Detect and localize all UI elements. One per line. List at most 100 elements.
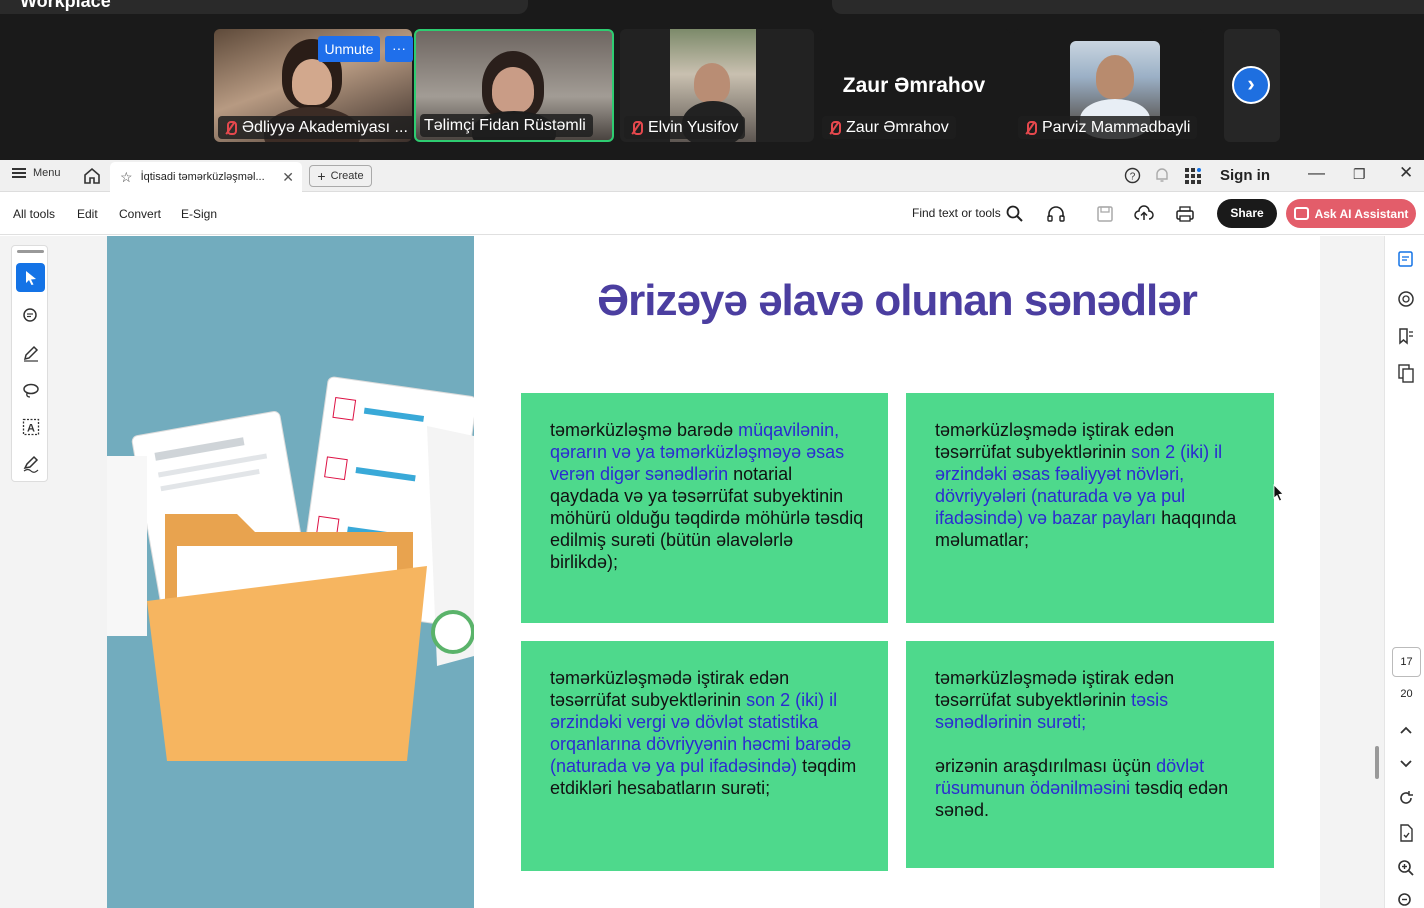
cursor-arrow-icon xyxy=(25,270,36,285)
select-tool-button[interactable] xyxy=(16,263,45,292)
close-window-button[interactable]: ✕ xyxy=(1399,163,1413,183)
participant-name: Təlimçi Fidan Rüstəmli xyxy=(424,117,586,134)
current-page-input[interactable]: 17 xyxy=(1392,647,1421,677)
restore-window-button[interactable]: ❐ xyxy=(1353,166,1366,183)
highlight-tool-button[interactable] xyxy=(16,338,45,367)
lasso-icon xyxy=(22,383,39,398)
bookmark-icon[interactable] xyxy=(1396,326,1416,346)
participant-tile-active-speaker[interactable]: Təlimçi Fidan Rüstəmli xyxy=(414,29,614,142)
more-options-button[interactable]: ··· xyxy=(385,36,413,62)
help-icon[interactable]: ? xyxy=(1124,167,1141,184)
close-tab-icon[interactable]: ✕ xyxy=(282,169,294,186)
chevron-up-icon[interactable] xyxy=(1396,721,1416,741)
comment-tool-button[interactable] xyxy=(16,301,45,330)
page-fit-icon[interactable] xyxy=(1396,823,1416,843)
participant-tile[interactable]: Elvin Yusifov xyxy=(620,29,814,142)
vertical-scrollbar-thumb[interactable] xyxy=(1375,746,1379,779)
all-tools-menu[interactable]: All tools xyxy=(13,207,55,221)
pages-thumbnails-icon[interactable] xyxy=(1396,363,1416,383)
home-icon[interactable] xyxy=(82,166,102,186)
participant-display-name: Zaur Əmrahov xyxy=(842,74,986,97)
right-side-panel xyxy=(1384,236,1424,908)
meeting-header-bar-right xyxy=(832,0,1424,14)
sign-in-button[interactable]: Sign in xyxy=(1220,167,1270,184)
requirement-card: təmərküzləşmə barədə müqavilənin, qərarı… xyxy=(521,393,888,623)
body-text: ərizənin araşdırılması üçün xyxy=(935,756,1152,776)
participant-name-tag: Təlimçi Fidan Rüstəmli xyxy=(420,114,593,137)
search-icon[interactable] xyxy=(1005,204,1025,224)
mic-muted-icon xyxy=(826,120,842,136)
zoom-out-icon[interactable] xyxy=(1396,891,1416,908)
mouse-cursor-icon xyxy=(1273,484,1284,502)
esign-menu[interactable]: E-Sign xyxy=(181,207,217,221)
draw-tool-button[interactable] xyxy=(16,375,45,404)
requirement-card: təmərküzləşmədə iştirak edən təsərrüfat … xyxy=(906,393,1274,623)
participant-name: Elvin Yusifov xyxy=(648,119,739,136)
read-aloud-headphones-icon[interactable] xyxy=(1046,204,1066,224)
participant-face xyxy=(694,63,730,103)
signature-pen-icon xyxy=(23,455,38,473)
mic-muted-icon xyxy=(628,120,644,136)
tool-bar: All tools Edit Convert E-Sign Find text … xyxy=(0,193,1424,235)
print-icon[interactable] xyxy=(1175,204,1195,224)
participant-tile[interactable]: Parviz Mammadbayli xyxy=(1014,29,1204,142)
participant-tile[interactable]: Ədliyyə Akademiyası ... xyxy=(214,29,412,142)
star-icon[interactable]: ☆ xyxy=(120,169,133,186)
pdf-page: Ərizəyə əlavə olunan sənədlər təmərküzlə… xyxy=(107,236,1320,908)
chevron-down-icon[interactable] xyxy=(1396,753,1416,773)
ai-summary-icon[interactable] xyxy=(1396,249,1416,269)
ask-ai-assistant-button[interactable]: Ask AI Assistant xyxy=(1286,199,1416,228)
comment-icon xyxy=(22,307,37,322)
panel-drag-handle[interactable] xyxy=(17,250,44,253)
participant-name-tag: Ədliyyə Akademiyası ... xyxy=(218,116,412,139)
svg-text:A: A xyxy=(27,422,35,434)
body-text: təmərküzləşmə barədə xyxy=(550,420,739,440)
participant-tile[interactable]: Zaur Əmrahov Zaur Əmrahov xyxy=(818,29,1010,142)
ai-assistant-icon xyxy=(1293,207,1309,220)
participant-name: Parviz Mammadbayli xyxy=(1042,119,1191,136)
illustration-panel xyxy=(107,236,477,908)
mic-muted-icon xyxy=(1022,120,1038,136)
requirement-card: təmərküzləşmədə iştirak edən təsərrüfat … xyxy=(906,641,1274,868)
participant-face xyxy=(1096,55,1134,99)
unmute-button[interactable]: Unmute xyxy=(318,36,380,62)
apps-grid-icon[interactable] xyxy=(1185,168,1201,184)
quick-tools-panel: A xyxy=(11,245,48,482)
save-icon[interactable] xyxy=(1095,204,1115,224)
document-viewer[interactable]: A Ərizəyə əlavə olunan sənədlər təmərküz… xyxy=(0,236,1424,908)
share-button[interactable]: Share xyxy=(1217,199,1277,228)
participant-name: Ədliyyə Akademiyası ... xyxy=(242,119,408,136)
edit-menu[interactable]: Edit xyxy=(77,207,98,221)
text-box-icon: A xyxy=(22,418,39,435)
hamburger-icon xyxy=(12,168,26,178)
ai-assistant-label: Ask AI Assistant xyxy=(1314,206,1409,221)
svg-text:?: ? xyxy=(1130,172,1136,183)
rotate-icon[interactable] xyxy=(1396,788,1416,808)
menu-label: Menu xyxy=(33,167,61,179)
mic-muted-icon xyxy=(222,120,238,136)
create-button[interactable]: + Create xyxy=(309,165,372,187)
document-tab[interactable]: ☆ İqtisadi təmərküzləşməl... ✕ xyxy=(110,162,302,192)
participant-face xyxy=(292,59,332,105)
convert-menu[interactable]: Convert xyxy=(119,207,161,221)
create-label: Create xyxy=(330,170,364,182)
sign-tool-button[interactable] xyxy=(16,449,45,478)
meeting-title: Workplace xyxy=(20,0,111,11)
find-text-tools-field[interactable]: Find text or tools xyxy=(912,206,1001,220)
meeting-header-bar: Workplace xyxy=(0,0,528,14)
requirement-card: təmərküzləşmədə iştirak edən təsərrüfat … xyxy=(521,641,888,871)
upload-cloud-icon[interactable] xyxy=(1134,204,1154,224)
total-pages-label: 20 xyxy=(1400,688,1413,700)
participant-name-tag: Zaur Əmrahov xyxy=(822,116,956,139)
zoom-in-icon[interactable] xyxy=(1396,858,1416,878)
participant-face xyxy=(492,67,534,113)
next-participants-button[interactable]: › xyxy=(1232,66,1270,104)
comments-panel-icon[interactable] xyxy=(1396,289,1416,309)
menu-button[interactable]: Menu xyxy=(12,167,61,179)
meeting-strip: Workplace Ədliyyə Akademiyası ... Unmute… xyxy=(0,0,1424,160)
notifications-bell-icon[interactable] xyxy=(1154,167,1170,184)
minimize-window-button[interactable]: — xyxy=(1308,163,1325,183)
plus-icon: + xyxy=(317,168,326,184)
text-tool-button[interactable]: A xyxy=(16,412,45,441)
pen-icon xyxy=(23,345,38,362)
